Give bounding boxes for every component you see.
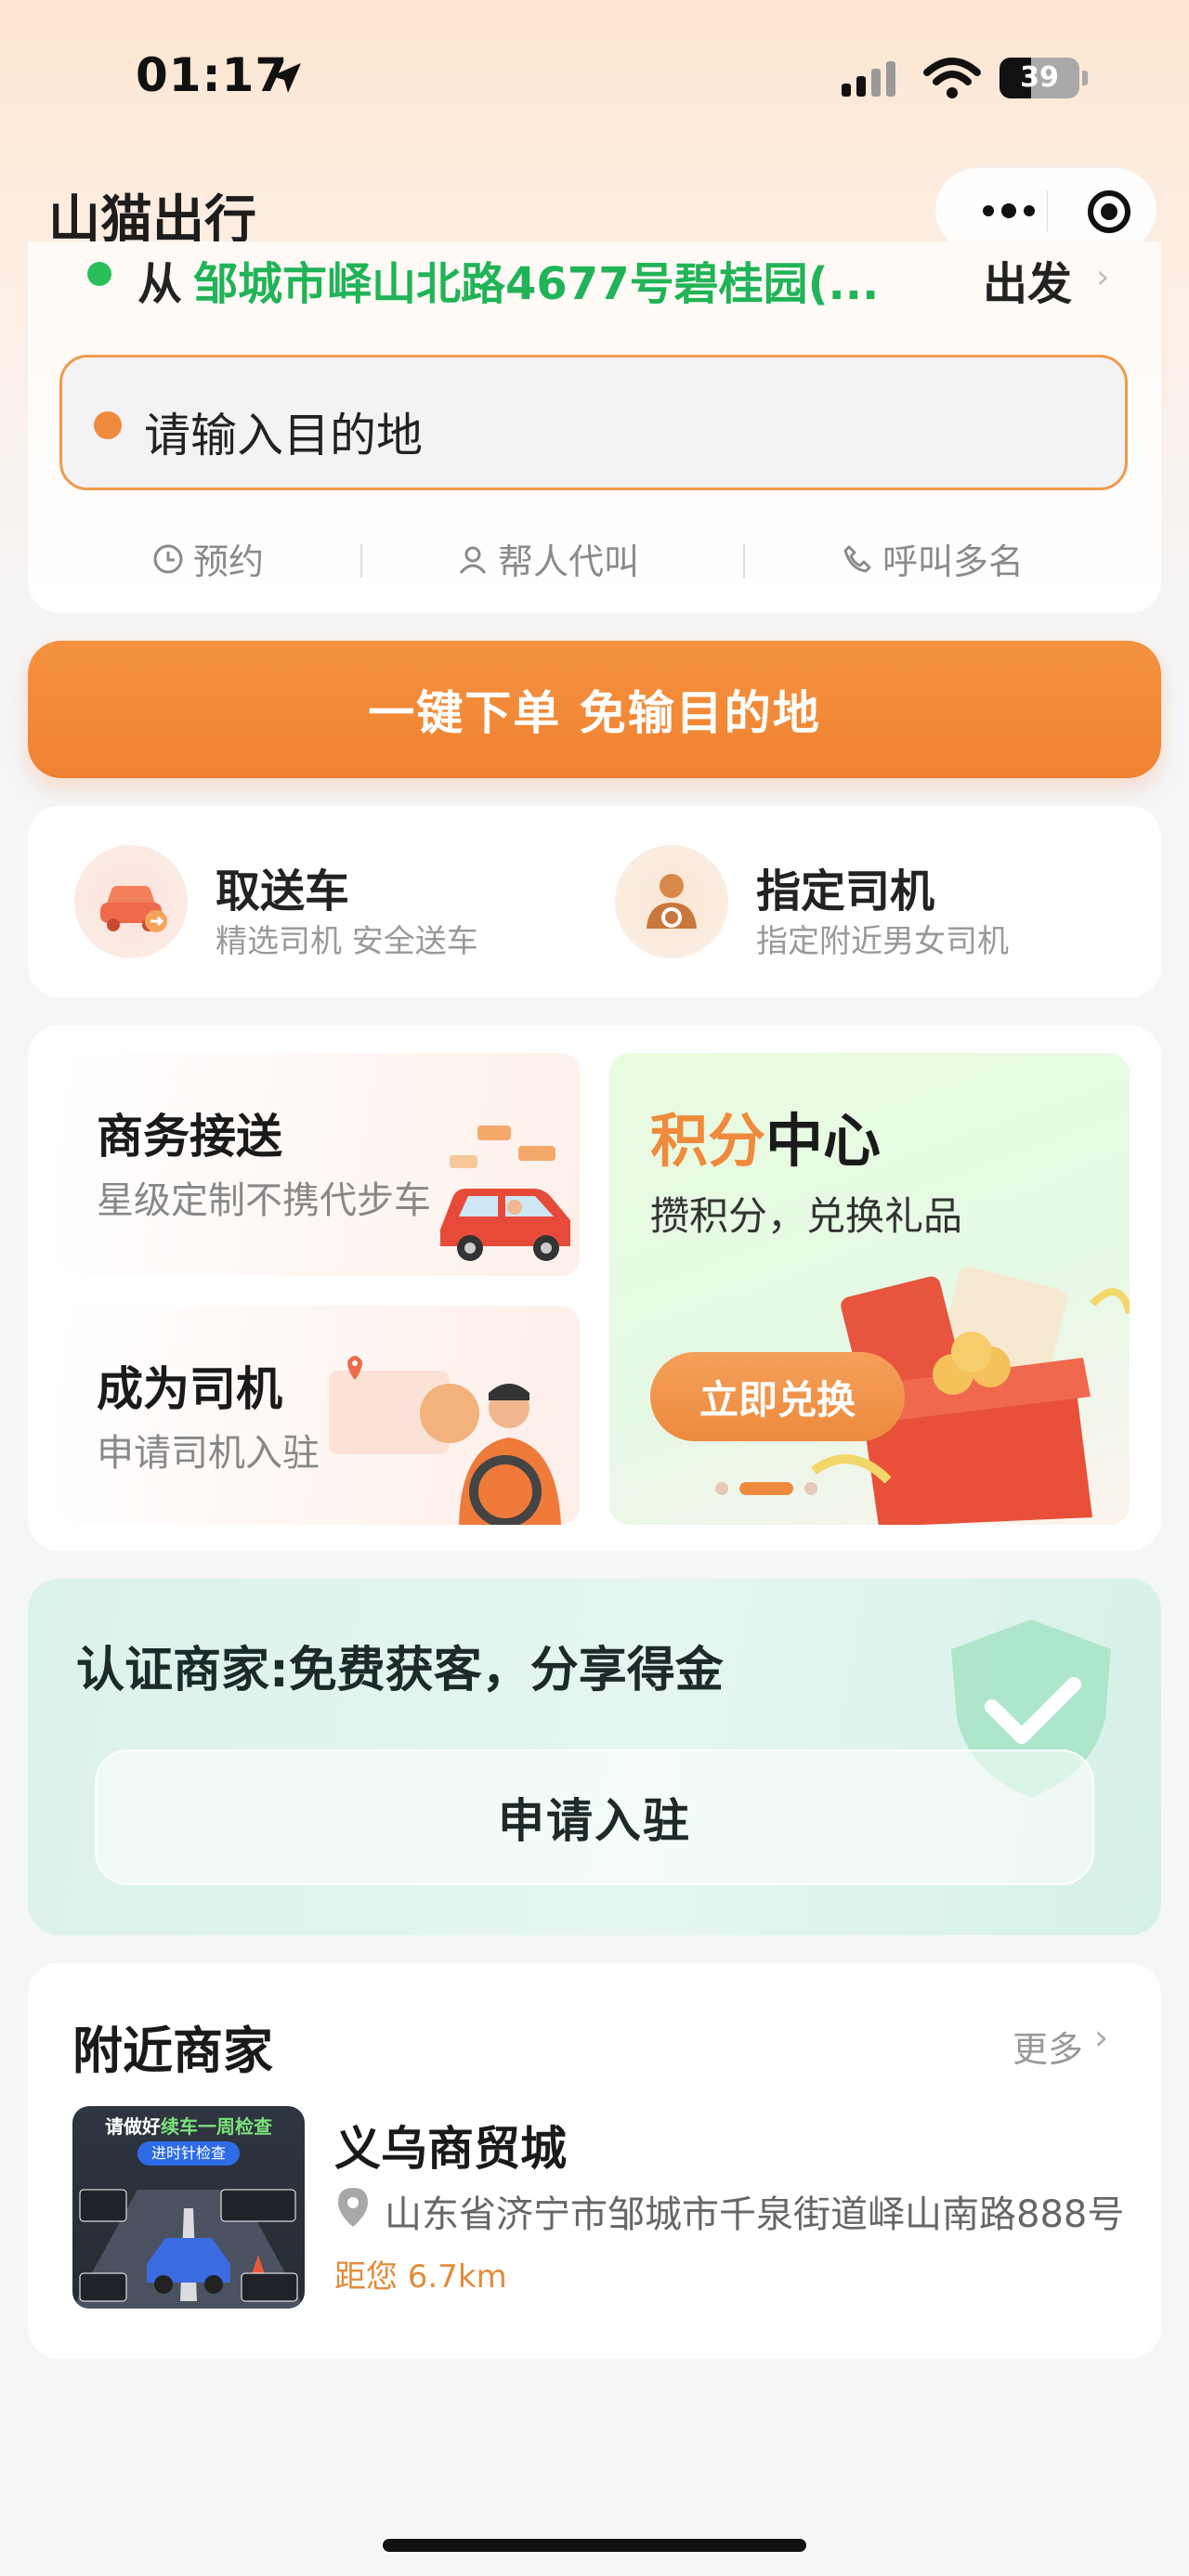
designated-driver-service[interactable]: 指定司机 指定附近男女司机 [615,845,1135,960]
status-time: 01:17 [136,48,289,102]
location-pin-icon [338,2188,368,2227]
tile-title: 商务接送 [97,1110,282,1164]
thumbnail-badge: 进时针检查 [137,2141,240,2166]
destination-placeholder: 请输入目的地 [144,409,423,462]
reserve-label: 预约 [193,541,265,582]
quick-actions: 预约 帮人代叫 呼叫多名 [28,520,1161,594]
divider [360,544,362,578]
apply-join-button[interactable]: 申请入驻 [95,1750,1094,1885]
merchant-thumbnail[interactable]: 请做好续车一周检查 进时针检查 [72,2106,305,2309]
points-subtitle: 攒积分，兑换礼品 [650,1193,963,1239]
carousel-indicator [715,1482,817,1495]
points-center-tile[interactable]: 积分中心 攒积分，兑换礼品 立即兑换 [609,1053,1130,1525]
call-for-others-label: 帮人代叫 [498,541,640,582]
departure-address: 邹城市峄山北路4677号碧桂园(... [193,258,880,306]
more-link[interactable]: 更多 [1013,2021,1083,2072]
merchant-name[interactable]: 义乌商贸城 [334,2112,567,2179]
car-icon [74,845,188,958]
driver-icon [615,845,728,958]
become-driver-tile[interactable]: 成为司机 申请司机入驻 [59,1306,580,1525]
divider [743,544,745,578]
services-card: 取送车 精选司机 安全送车 指定司机 指定附近男女司机 [28,806,1161,997]
location-card: 从 邹城市峄山北路4677号碧桂园(... 出发 › 请输入目的地 预约 帮人代… [28,241,1161,613]
chevron-right-icon: › [1094,2017,1109,2058]
destination-point-icon [94,411,122,439]
cellular-signal-icon [842,61,895,97]
service-title: 取送车 [216,865,350,917]
service-title: 指定司机 [756,865,935,917]
from-suffix: 出发 [983,258,1073,306]
capsule-divider [1047,190,1048,231]
reserve-button[interactable]: 预约 [152,533,264,584]
one-tap-order-button[interactable]: 一键下单 免输目的地 [28,641,1161,778]
phone-icon [843,545,871,572]
tile-subtitle: 申请司机入驻 [97,1432,320,1475]
merchant-distance: 距您 6.7km [334,2258,507,2296]
chevron-right-icon: › [1096,258,1110,296]
start-point-icon [87,262,111,286]
redeem-now-button[interactable]: 立即兑换 [650,1352,905,1441]
call-multiple-label: 呼叫多名 [882,541,1025,582]
call-for-others-button[interactable]: 帮人代叫 [457,533,639,584]
points-title: 积分中心 [650,1107,882,1175]
battery-level: 39 [1020,61,1059,94]
home-indicator [383,2539,806,2552]
merchant-title: 认证商家:免费获客，分享得金 [76,1643,724,1698]
location-arrow-icon [268,59,305,100]
battery-icon: 39 [1000,58,1079,98]
section-title: 附近商家 [72,2022,273,2080]
status-bar: 01:17 39 [0,0,1189,158]
user-icon [459,546,487,574]
wifi-icon [923,56,981,104]
clock-icon [153,544,183,573]
nearby-merchants-card: 附近商家 更多 › 请做好续车一周检查 进时针检查 义乌商贸城 山东省济宁市邹城… [28,1963,1161,2359]
close-miniprogram-icon[interactable] [1088,190,1130,233]
car-pickup-service[interactable]: 取送车 精选司机 安全送车 [74,845,557,960]
tile-title: 成为司机 [97,1362,282,1416]
destination-input[interactable]: 请输入目的地 [59,355,1128,490]
call-multiple-button[interactable]: 呼叫多名 [842,533,1024,584]
miniprogram-capsule [934,167,1157,253]
service-subtitle: 指定附近男女司机 [756,923,1009,960]
promo-card: 商务接送 星级定制不携代步车 成为司机 申请司机入驻 积分中心 攒积分，兑换礼品… [28,1025,1161,1551]
departure-row[interactable]: 从 邹城市峄山北路4677号碧桂园(... 出发 › [28,241,1161,306]
merchant-certification-card: 认证商家:免费获客，分享得金 申请入驻 [28,1579,1161,1935]
battery-tip [1082,71,1088,85]
car-inspection-illustration [72,2189,305,2309]
red-car-illustration [440,1125,570,1261]
service-subtitle: 精选司机 安全送车 [216,923,478,960]
merchant-address: 山东省济宁市邹城市千泉街道峄山南路888号 [385,2193,1125,2236]
from-prefix: 从 [137,258,183,306]
tile-subtitle: 星级定制不携代步车 [97,1179,431,1222]
driver-illustration [329,1356,561,1525]
thumbnail-caption: 请做好续车一周检查 [105,2115,272,2138]
business-shuttle-tile[interactable]: 商务接送 星级定制不携代步车 [59,1053,580,1276]
